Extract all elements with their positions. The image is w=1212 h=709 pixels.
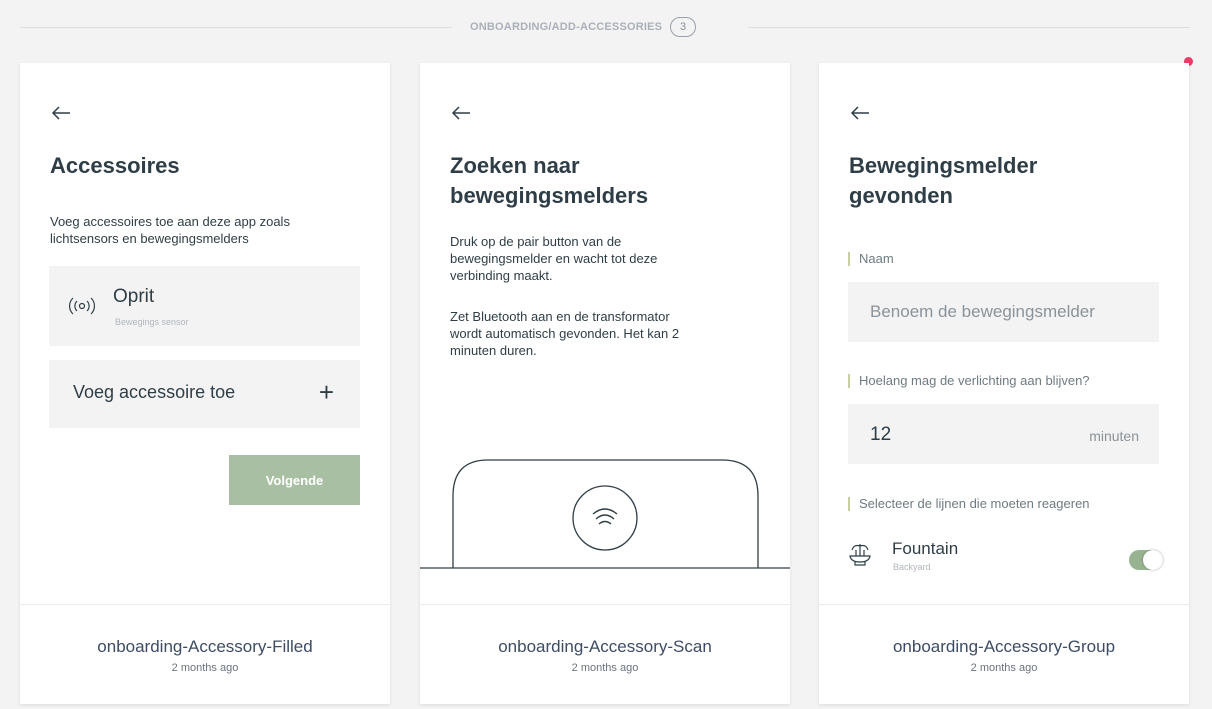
card-name[interactable]: onboarding-Accessory-Scan [420,637,790,657]
bluetooth-paragraph: Zet Bluetooth aan en de transformator wo… [450,309,680,358]
duration-value: 12 [870,424,892,445]
name-placeholder: Benoem de bewegingsmelder [870,302,1095,321]
card-footer: onboarding-Accessory-Scan 2 months ago [420,604,790,704]
header-divider-right [748,27,1190,28]
header-divider-left [20,27,452,28]
toggle-knob [1143,550,1163,570]
lines-label: Selecteer de lijnen die moeten reageren [848,497,1090,511]
screen-description: Voeg accessoires toe aan deze app zoals … [50,214,290,246]
screen-preview[interactable]: Zoeken naar bewegingsmelders Druk op de … [420,63,790,604]
card-name[interactable]: onboarding-Accessory-Group [819,637,1189,657]
line-item-toggle[interactable] [1129,550,1163,570]
line-item-title: Fountain [892,539,959,558]
instruction-paragraph: Druk op de pair button van de bewegingsm… [450,234,658,283]
accessory-item[interactable]: Oprit Bewegings sensor [49,266,360,346]
screen-title: Accessoires [50,153,180,178]
screen-card-accessory-scan[interactable]: Zoeken naar bewegingsmelders Druk op de … [420,63,790,704]
card-timestamp: 2 months ago [571,662,639,674]
screen-card-accessory-filled[interactable]: Accessoires Voeg accessoires toe aan dez… [20,63,390,704]
group-count-badge: 3 [670,17,697,37]
add-accessory-label: Voeg accessoire toe [73,382,236,402]
add-accessory-button[interactable]: Voeg accessoire toe + [49,360,360,428]
line-item-subtitle: Backyard [893,562,931,572]
duration-input[interactable]: 12 minuten [848,404,1159,464]
card-timestamp: 2 months ago [970,662,1038,674]
group-title: ONBOARDING/ADD-ACCESSORIES [470,21,663,33]
name-input[interactable]: Benoem de bewegingsmelder [848,282,1159,342]
motion-sensor-icon [69,297,95,315]
card-timestamp: 2 months ago [171,662,239,674]
screen-title: Zoeken naar bewegingsmelders [450,153,649,208]
fountain-icon [849,544,871,566]
accessory-title: Oprit [113,286,155,307]
arrow-left-icon[interactable] [849,103,871,123]
card-name[interactable]: onboarding-Accessory-Filled [20,637,390,657]
arrow-left-icon[interactable] [450,103,472,123]
arrow-left-icon[interactable] [50,103,72,123]
accessory-subtitle: Bewegings sensor [115,317,189,327]
screen-card-accessory-group[interactable]: Bewegingsmelder gevonden Naam Benoem de … [819,63,1189,704]
plus-icon: + [318,377,334,407]
name-label: Naam [848,252,894,266]
next-button[interactable]: Volgende [229,455,360,505]
screen-preview[interactable]: Bewegingsmelder gevonden Naam Benoem de … [819,63,1189,604]
card-footer: onboarding-Accessory-Filled 2 months ago [20,604,390,704]
screen-preview[interactable]: Accessoires Voeg accessoires toe aan dez… [20,63,390,604]
screen-title: Bewegingsmelder gevonden [849,153,1038,208]
duration-unit: minuten [1089,428,1139,444]
duration-label: Hoelang mag de verlichting aan blijven? [848,374,1090,388]
group-header: ONBOARDING/ADD-ACCESSORIES 3 [470,17,697,37]
motion-sensor-device-icon [420,459,790,569]
card-footer: onboarding-Accessory-Group 2 months ago [819,604,1189,704]
